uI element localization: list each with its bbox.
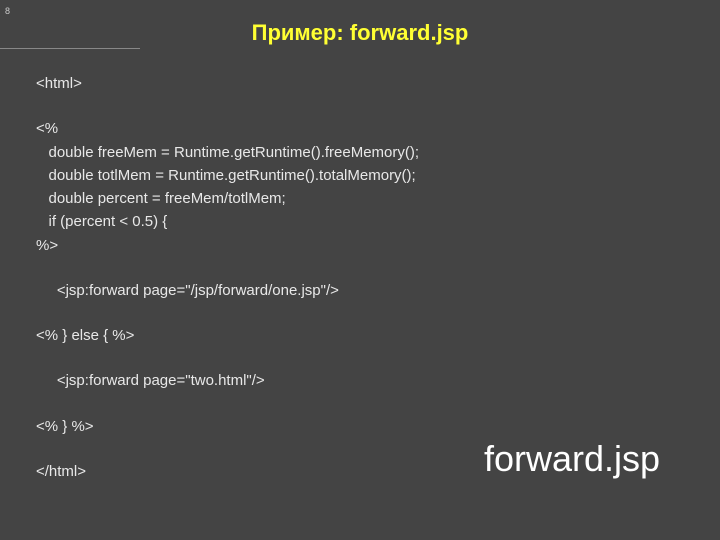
code-line: <% } else { %> xyxy=(36,324,720,347)
code-line: if (percent < 0.5) { xyxy=(36,210,720,233)
blank-line xyxy=(36,95,720,117)
code-line: double freeMem = Runtime.getRuntime().fr… xyxy=(36,141,720,164)
blank-line xyxy=(36,347,720,369)
code-block: <html> <% double freeMem = Runtime.getRu… xyxy=(0,62,720,483)
blank-line xyxy=(36,302,720,324)
code-line: <% } %> xyxy=(36,415,720,438)
blank-line xyxy=(36,257,720,279)
blank-line xyxy=(36,393,720,415)
big-label: forward.jsp xyxy=(484,438,660,480)
page-title: Пример: forward.jsp xyxy=(0,0,720,62)
code-line: <jsp:forward page="two.html"/> xyxy=(36,369,720,392)
code-line: <html> xyxy=(36,72,720,95)
divider-line xyxy=(0,48,140,49)
code-line: double percent = freeMem/totlMem; xyxy=(36,187,720,210)
code-line: <% xyxy=(36,117,720,140)
code-line: %> xyxy=(36,234,720,257)
code-line: <jsp:forward page="/jsp/forward/one.jsp"… xyxy=(36,279,720,302)
corner-mark: 8 xyxy=(5,6,10,16)
code-line: double totlMem = Runtime.getRuntime().to… xyxy=(36,164,720,187)
